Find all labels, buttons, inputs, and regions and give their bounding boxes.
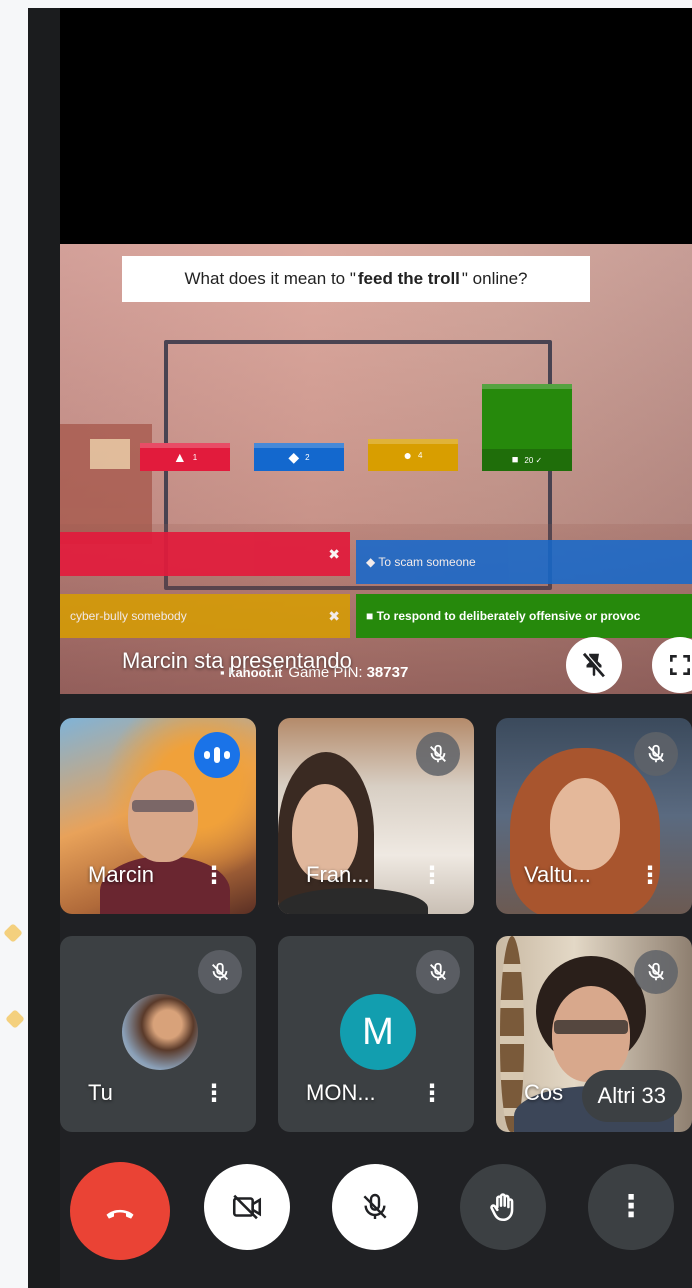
result-bar-triangle: ▲ 1: [140, 443, 230, 471]
participant-name: Valtu...: [524, 862, 591, 887]
presenting-label: Marcin sta presentando: [122, 648, 352, 673]
hang-up-icon: [106, 1209, 134, 1219]
avatar: M: [340, 994, 416, 1070]
result-count: 2: [305, 452, 310, 462]
participant-tile-tu[interactable]: Tu ⋮: [60, 936, 256, 1132]
answer-red: ✖: [60, 532, 350, 576]
participant-tile-valtu[interactable]: Valtu... ⋮: [496, 718, 692, 914]
result-count: 20 ✓: [524, 455, 543, 465]
result-bar-diamond: ◆ 2: [254, 443, 344, 471]
speaking-indicator-icon: [194, 732, 240, 778]
more-options-icon[interactable]: ⋮: [638, 864, 662, 888]
participant-name: Cos: [524, 1080, 564, 1105]
question-suffix: " online?: [461, 269, 528, 288]
participant-name: MON...: [306, 1080, 376, 1105]
more-options-icon[interactable]: ⋮: [420, 864, 444, 888]
participant-name: Tu: [88, 1080, 113, 1105]
glasses: [132, 800, 194, 812]
answer-text: cyber-bully somebody: [70, 609, 187, 623]
result-bar-circle: ● 4: [368, 439, 458, 471]
mic-off-icon: [634, 950, 678, 994]
participant-face: [552, 986, 630, 1082]
end-call-button[interactable]: [70, 1162, 170, 1260]
participant-face: [128, 770, 198, 862]
mic-off-icon: [416, 950, 460, 994]
meet-app: What does it mean to " feed the troll " …: [28, 8, 692, 1288]
mic-off-icon: [634, 732, 678, 776]
wrong-icon: ✖: [328, 607, 340, 624]
participant-tile-cos[interactable]: Cos Altri 33: [496, 936, 692, 1132]
participant-tile-fran[interactable]: Fran... ⋮: [278, 718, 474, 914]
empty-video-area: [60, 8, 692, 244]
result-count: 4: [418, 450, 423, 460]
sparkle-decoration: [3, 923, 23, 943]
more-options-icon[interactable]: ⋮: [202, 1082, 226, 1106]
result-bar-square: ■ 20 ✓: [482, 384, 572, 471]
others-count-button[interactable]: Altri 33: [581, 1070, 682, 1122]
result-count: 1: [192, 452, 198, 462]
mic-toggle-button[interactable]: [332, 1164, 418, 1250]
more-vert-icon: ⋮: [616, 1190, 646, 1223]
fullscreen-icon: [670, 655, 690, 675]
unpin-button[interactable]: [566, 637, 622, 693]
circle-icon: ●: [403, 447, 412, 463]
quiz-question: What does it mean to " feed the troll " …: [122, 256, 590, 302]
diamond-icon: ◆: [288, 449, 300, 465]
avatar: [122, 994, 198, 1070]
answer-text: ◆ To scam someone: [366, 555, 476, 569]
pin-value: 38737: [366, 663, 409, 681]
answer-blue: ◆ To scam someone: [356, 540, 692, 584]
participant-tile-marcin[interactable]: Marcin ⋮: [60, 718, 256, 914]
camera-off-icon: [232, 1194, 262, 1220]
mic-off-icon: [416, 732, 460, 776]
wrong-icon: ✖: [328, 545, 340, 562]
answer-gold: cyber-bully somebody ✖: [60, 594, 350, 638]
unpin-icon: [582, 652, 606, 678]
answer-text: ■ To respond to deliberately offensive o…: [366, 609, 641, 623]
glasses: [554, 1020, 628, 1034]
participant-name: Fran...: [306, 862, 370, 887]
participant-face: [550, 778, 620, 870]
left-strip: [28, 8, 60, 1288]
question-bold: feed the troll: [357, 269, 460, 288]
shared-screen[interactable]: What does it mean to " feed the troll " …: [60, 244, 692, 694]
square-icon: ■: [511, 453, 519, 466]
participant-tile-mon[interactable]: M MON... ⋮: [278, 936, 474, 1132]
more-options-icon[interactable]: ⋮: [202, 864, 226, 888]
camera-toggle-button[interactable]: [204, 1164, 290, 1250]
raise-hand-button[interactable]: [460, 1164, 546, 1250]
more-options-button[interactable]: ⋮: [588, 1164, 674, 1250]
answer-green-correct: ■ To respond to deliberately offensive o…: [356, 594, 692, 638]
sparkle-decoration: [5, 1009, 25, 1029]
question-prefix: What does it mean to ": [184, 269, 356, 288]
participant-name: Marcin: [88, 862, 155, 887]
mic-off-icon: [198, 950, 242, 994]
mic-off-icon: [363, 1193, 387, 1219]
hand-icon: [490, 1193, 514, 1222]
triangle-icon: ▲: [172, 449, 187, 465]
more-options-icon[interactable]: ⋮: [420, 1082, 444, 1106]
